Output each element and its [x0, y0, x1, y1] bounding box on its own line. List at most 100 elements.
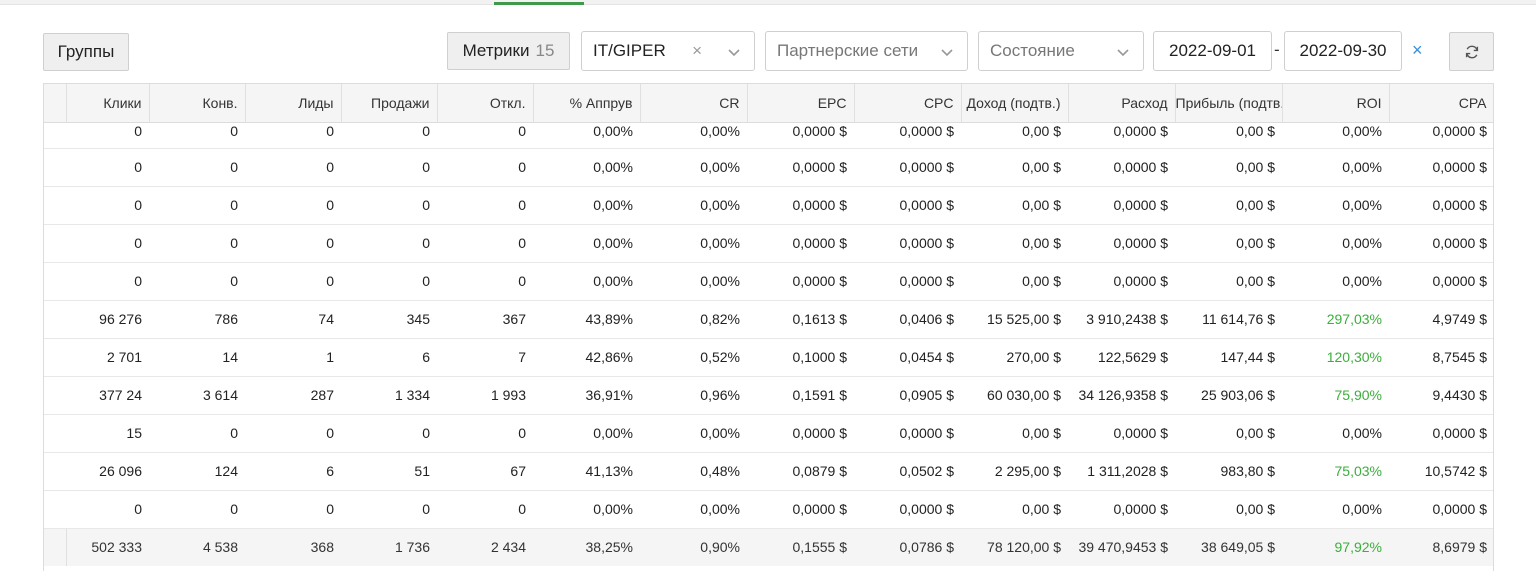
column-header[interactable]: % Аппрув	[533, 84, 641, 123]
table-cell: 0	[149, 224, 245, 263]
column-header[interactable]: Доход (подтв.)	[961, 84, 1069, 123]
totals-cell: 0,90%	[640, 527, 747, 566]
table-cell: 122,5629 $	[1068, 338, 1175, 377]
clear-icon[interactable]: ×	[692, 41, 702, 61]
totals-cell: 368	[245, 527, 341, 566]
table-cell: 0	[245, 262, 341, 301]
table-cell: 786	[149, 300, 245, 339]
column-header[interactable]: Откл.	[437, 84, 534, 123]
column-header[interactable]: CPA	[1389, 84, 1493, 123]
table-row[interactable]: 15 0 0 0 0 0,00% 0,00% 0,0000 $0,0000 $0,00 $0,…	[44, 414, 1493, 453]
offer-select-value: IT/GIPER	[593, 41, 666, 60]
state-select[interactable]: Состояние	[978, 31, 1144, 71]
table-cell: 0	[66, 122, 149, 149]
table-cell: 36,91%	[533, 376, 640, 415]
table-row[interactable]: 0 0 0 0 0 0,00% 0,00% 0,0000 $0,0000 $0,00 $0,0…	[44, 186, 1493, 225]
table-cell: 0,00%	[533, 490, 640, 529]
table-cell: 2 295,00 $	[961, 452, 1068, 491]
column-header[interactable]: Лиды	[245, 84, 342, 123]
table-cell: 0,00 $	[961, 414, 1068, 453]
row-icon-cell	[44, 262, 66, 301]
table-cell: 0,00 $	[961, 148, 1068, 187]
networks-select-placeholder: Партнерские сети	[777, 41, 919, 60]
table-cell: 0,0406 $	[854, 300, 961, 339]
table-cell: 983,80 $	[1175, 452, 1282, 491]
table-row[interactable]: 0 0 0 0 0 0,00% 0,00% 0,0000 $0,0000 $0,00 $0,0…	[44, 262, 1493, 301]
roi-positive-cell: 120,30%	[1282, 338, 1389, 377]
chevron-down-icon[interactable]	[940, 45, 954, 59]
table-cell: 0,00 $	[1175, 262, 1282, 301]
table-cell: 8,7545 $	[1389, 338, 1493, 377]
table-cell: 96 276	[66, 300, 149, 339]
table-cell: 0,0000 $	[747, 262, 854, 301]
table-cell: 0,00%	[1282, 148, 1389, 187]
refresh-button[interactable]	[1449, 32, 1494, 71]
table-row[interactable]: 26 096 124 6 51 67 41,13% 0,48% 0,0879 $0,0502 …	[44, 452, 1493, 491]
row-icon-cell	[44, 452, 66, 491]
column-header[interactable]: CR	[640, 84, 748, 123]
table-row[interactable]: 0 0 0 0 0 0,00% 0,00% 0,0000 $0,0000 $0,00 $0,0…	[44, 122, 1493, 149]
table-row[interactable]: 2 701 14 1 6 7 42,86% 0,52% 0,1000 $0,0454 $270…	[44, 338, 1493, 377]
metrics-button[interactable]: Метрики 15	[447, 32, 570, 70]
column-header[interactable]: EPC	[747, 84, 855, 123]
table-cell: 1	[245, 338, 341, 377]
table-row[interactable]: 0 0 0 0 0 0,00% 0,00% 0,0000 $0,0000 $0,00 $0,0…	[44, 224, 1493, 263]
date-from-input[interactable]: 2022-09-01	[1153, 31, 1272, 71]
column-header[interactable]: Конв.	[149, 84, 246, 123]
table-cell: 60 030,00 $	[961, 376, 1068, 415]
column-header[interactable]: Расход	[1068, 84, 1176, 123]
table-cell: 0,0000 $	[747, 414, 854, 453]
table-cell: 14	[149, 338, 245, 377]
table-cell: 0,00%	[640, 224, 747, 263]
row-icon-cell	[44, 148, 66, 187]
table-cell: 67	[437, 452, 533, 491]
table-cell: 0,0879 $	[747, 452, 854, 491]
date-clear-icon[interactable]: ×	[1412, 40, 1423, 61]
chevron-down-icon[interactable]	[727, 45, 741, 59]
totals-row: 502 333 4 538 368 1 736 2 434 38,25% 0,90% 0,15…	[44, 527, 1493, 566]
table-cell: 1 993	[437, 376, 533, 415]
column-header[interactable]: Прибыль (подтв.)	[1175, 84, 1283, 123]
table-row[interactable]: 0 0 0 0 0 0,00% 0,00% 0,0000 $0,0000 $0,00 $0,0…	[44, 148, 1493, 187]
table-cell: 0,00 $	[1175, 490, 1282, 529]
networks-select[interactable]: Партнерские сети	[765, 31, 968, 71]
totals-cell: 0,0786 $	[854, 527, 961, 566]
chevron-down-icon[interactable]	[1116, 45, 1130, 59]
roi-positive-cell: 297,03%	[1282, 300, 1389, 339]
table-cell: 10,5742 $	[1389, 452, 1493, 491]
table-row[interactable]: 377 24 3 614 287 1 334 1 993 36,91% 0,96% 0,159…	[44, 376, 1493, 415]
roi-positive-cell: 75,90%	[1282, 376, 1389, 415]
date-range-separator: -	[1274, 40, 1280, 59]
table-cell: 0,00 $	[961, 224, 1068, 263]
table-cell: 0,1613 $	[747, 300, 854, 339]
table-cell: 0,1000 $	[747, 338, 854, 377]
table-cell: 0,96%	[640, 376, 747, 415]
stats-table-container[interactable]: Клики Конв. Лиды Продажи Откл.% Аппрув CR EPC C…	[43, 83, 1494, 571]
table-cell: 42,86%	[533, 338, 640, 377]
table-cell: 367	[437, 300, 533, 339]
table-row[interactable]: 96 276 786 74 345 367 43,89% 0,82% 0,1613 $0,04…	[44, 300, 1493, 339]
table-cell: 0	[245, 186, 341, 225]
table-cell: 0	[66, 186, 149, 225]
table-cell: 0,0905 $	[854, 376, 961, 415]
column-header[interactable]: CPC	[854, 84, 962, 123]
totals-cell: 39 470,9453 $	[1068, 527, 1175, 566]
date-to-input[interactable]: 2022-09-30	[1284, 31, 1402, 71]
table-cell: 0	[66, 224, 149, 263]
table-cell: 0	[341, 148, 437, 187]
offer-select[interactable]: IT/GIPER ×	[581, 31, 755, 71]
column-header[interactable]: Клики	[66, 84, 150, 123]
table-row[interactable]: 0 0 0 0 0 0,00% 0,00% 0,0000 $0,0000 $0,00 $0,0…	[44, 490, 1493, 529]
row-icon-cell	[44, 300, 66, 339]
totals-cell: 0,1555 $	[747, 527, 854, 566]
table-cell: 51	[341, 452, 437, 491]
column-header[interactable]: ROI	[1282, 84, 1390, 123]
groups-button[interactable]: Группы	[43, 33, 129, 71]
table-cell: 0,0000 $	[1068, 224, 1175, 263]
table-cell: 0,00 $	[961, 490, 1068, 529]
table-cell: 0,0000 $	[854, 490, 961, 529]
table-cell: 0,0000 $	[1068, 122, 1175, 149]
table-cell: 0,0000 $	[747, 186, 854, 225]
table-cell: 0	[149, 414, 245, 453]
column-header[interactable]: Продажи	[341, 84, 438, 123]
